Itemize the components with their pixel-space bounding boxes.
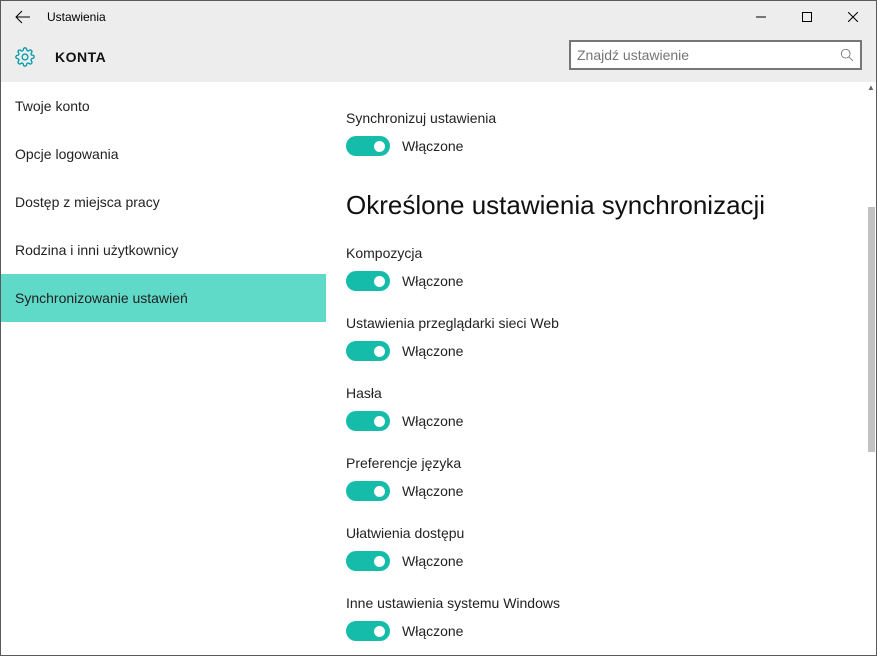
sidebar-item-your-account[interactable]: Twoje konto: [1, 82, 326, 130]
setting-label: Inne ustawienia systemu Windows: [346, 595, 856, 611]
search-box[interactable]: [569, 40, 862, 70]
setting-other-windows-settings: Inne ustawienia systemu Windows Włączone: [346, 595, 856, 641]
toggle-other-windows-settings[interactable]: [346, 621, 390, 641]
back-button[interactable]: [1, 1, 45, 32]
sidebar-item-work-access[interactable]: Dostęp z miejsca pracy: [1, 178, 326, 226]
toggle-row: Włączone: [346, 136, 856, 156]
page-title: KONTA: [55, 49, 106, 65]
header: KONTA: [1, 32, 876, 82]
sidebar-item-family-other-users[interactable]: Rodzina i inni użytkownicy: [1, 226, 326, 274]
toggle-state: Włączone: [402, 553, 463, 569]
setting-label: Kompozycja: [346, 245, 856, 261]
sidebar-item-signin-options[interactable]: Opcje logowania: [1, 130, 326, 178]
sidebar-item-label: Synchronizowanie ustawień: [15, 290, 188, 306]
toggle-row: Włączone: [346, 551, 856, 571]
sidebar-item-sync-settings[interactable]: Synchronizowanie ustawień: [1, 274, 326, 322]
toggle-row: Włączone: [346, 621, 856, 641]
section-heading: Określone ustawienia synchronizacji: [346, 190, 856, 221]
maximize-button[interactable]: [784, 1, 830, 32]
toggle-row: Włączone: [346, 271, 856, 291]
toggle-web-browser[interactable]: [346, 341, 390, 361]
setting-theme: Kompozycja Włączone: [346, 245, 856, 291]
scrollbar[interactable]: ▲: [866, 82, 876, 655]
minimize-button[interactable]: [738, 1, 784, 32]
toggle-state: Włączone: [402, 623, 463, 639]
toggle-state: Włączone: [402, 138, 463, 154]
main-area: Twoje konto Opcje logowania Dostęp z mie…: [1, 82, 876, 655]
setting-language-preferences: Preferencje języka Włączone: [346, 455, 856, 501]
setting-label: Ustawienia przeglądarki sieci Web: [346, 315, 856, 331]
setting-label: Synchronizuj ustawienia: [346, 110, 856, 126]
toggle-passwords[interactable]: [346, 411, 390, 431]
setting-label: Preferencje języka: [346, 455, 856, 471]
search-input[interactable]: [571, 45, 834, 65]
sidebar-item-label: Dostęp z miejsca pracy: [15, 194, 160, 210]
content-panel: Synchronizuj ustawienia Włączone Określo…: [326, 82, 876, 655]
setting-passwords: Hasła Włączone: [346, 385, 856, 431]
toggle-language-preferences[interactable]: [346, 481, 390, 501]
close-icon: [848, 12, 858, 22]
toggle-row: Włączone: [346, 341, 856, 361]
setting-sync-settings: Synchronizuj ustawienia Włączone: [346, 110, 856, 156]
sidebar: Twoje konto Opcje logowania Dostęp z mie…: [1, 82, 326, 655]
toggle-state: Włączone: [402, 343, 463, 359]
settings-window: Ustawienia KONTA Twoje konto: [0, 0, 877, 656]
toggle-state: Włączone: [402, 273, 463, 289]
sidebar-item-label: Twoje konto: [15, 98, 90, 114]
maximize-icon: [802, 12, 812, 22]
sidebar-item-label: Rodzina i inni użytkownicy: [15, 242, 178, 258]
setting-label: Hasła: [346, 385, 856, 401]
scrollbar-thumb[interactable]: [868, 207, 875, 452]
toggle-row: Włączone: [346, 481, 856, 501]
setting-label: Ułatwienia dostępu: [346, 525, 856, 541]
close-button[interactable]: [830, 1, 876, 32]
toggle-row: Włączone: [346, 411, 856, 431]
setting-ease-of-access: Ułatwienia dostępu Włączone: [346, 525, 856, 571]
scrollbar-up-icon[interactable]: ▲: [866, 82, 876, 92]
toggle-theme[interactable]: [346, 271, 390, 291]
window-title: Ustawienia: [47, 10, 106, 24]
minimize-icon: [756, 12, 766, 22]
toggle-state: Włączone: [402, 413, 463, 429]
toggle-sync-settings[interactable]: [346, 136, 390, 156]
window-controls: [738, 1, 876, 32]
setting-web-browser: Ustawienia przeglądarki sieci Web Włączo…: [346, 315, 856, 361]
toggle-state: Włączone: [402, 483, 463, 499]
search-icon: [834, 48, 860, 62]
titlebar: Ustawienia: [1, 1, 876, 32]
gear-icon: [15, 47, 35, 67]
toggle-ease-of-access[interactable]: [346, 551, 390, 571]
back-arrow-icon: [15, 9, 31, 25]
sidebar-item-label: Opcje logowania: [15, 146, 119, 162]
